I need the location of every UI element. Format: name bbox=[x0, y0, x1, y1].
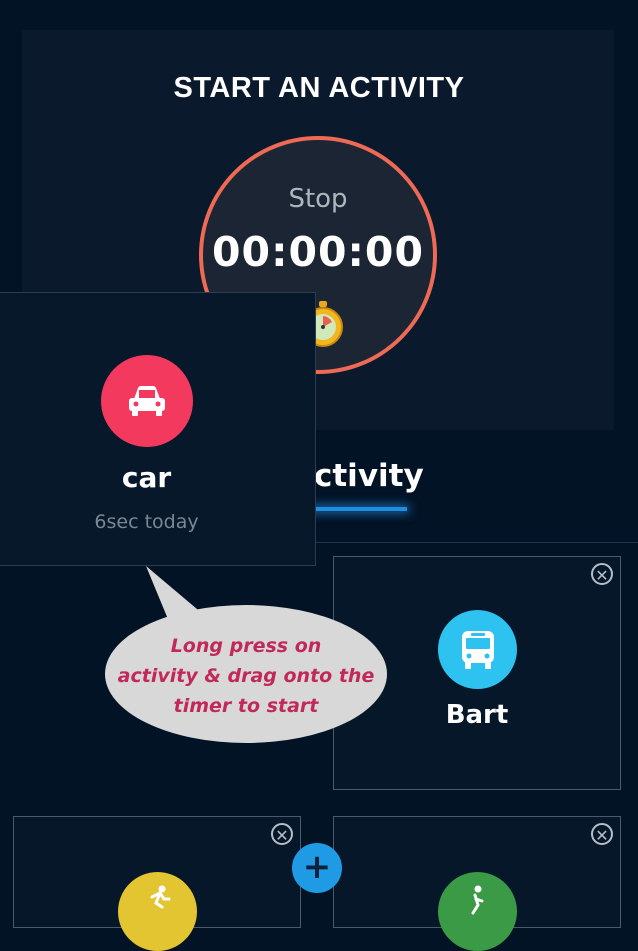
dragging-activity-duration: 6sec today bbox=[94, 511, 199, 533]
timer-stop-label[interactable]: Stop bbox=[203, 184, 433, 214]
bus-icon bbox=[438, 610, 517, 689]
add-activity-button[interactable]: + bbox=[292, 843, 342, 893]
close-icon[interactable]: ✕ bbox=[591, 823, 613, 845]
activity-card-walking[interactable]: ✕ bbox=[333, 816, 621, 951]
tooltip-text: Long press on activity & drag onto the t… bbox=[108, 631, 384, 721]
tooltip-line-1: Long press on bbox=[170, 635, 322, 657]
tab-indicator bbox=[310, 507, 407, 511]
car-icon bbox=[101, 355, 193, 447]
close-icon[interactable]: ✕ bbox=[271, 823, 293, 845]
panel-title: START AN ACTIVITY bbox=[173, 72, 465, 104]
close-icon[interactable]: ✕ bbox=[591, 563, 613, 585]
timer-value: 00:00:00 bbox=[212, 228, 424, 276]
tooltip-line-3: timer to start bbox=[173, 695, 319, 717]
tooltip-line-2: activity & drag onto the bbox=[117, 665, 375, 687]
dragging-activity-card-car[interactable]: car 6sec today bbox=[0, 292, 316, 566]
dragging-activity-label: car bbox=[121, 461, 172, 494]
activity-card-cycling[interactable]: ✕ bbox=[13, 816, 301, 951]
